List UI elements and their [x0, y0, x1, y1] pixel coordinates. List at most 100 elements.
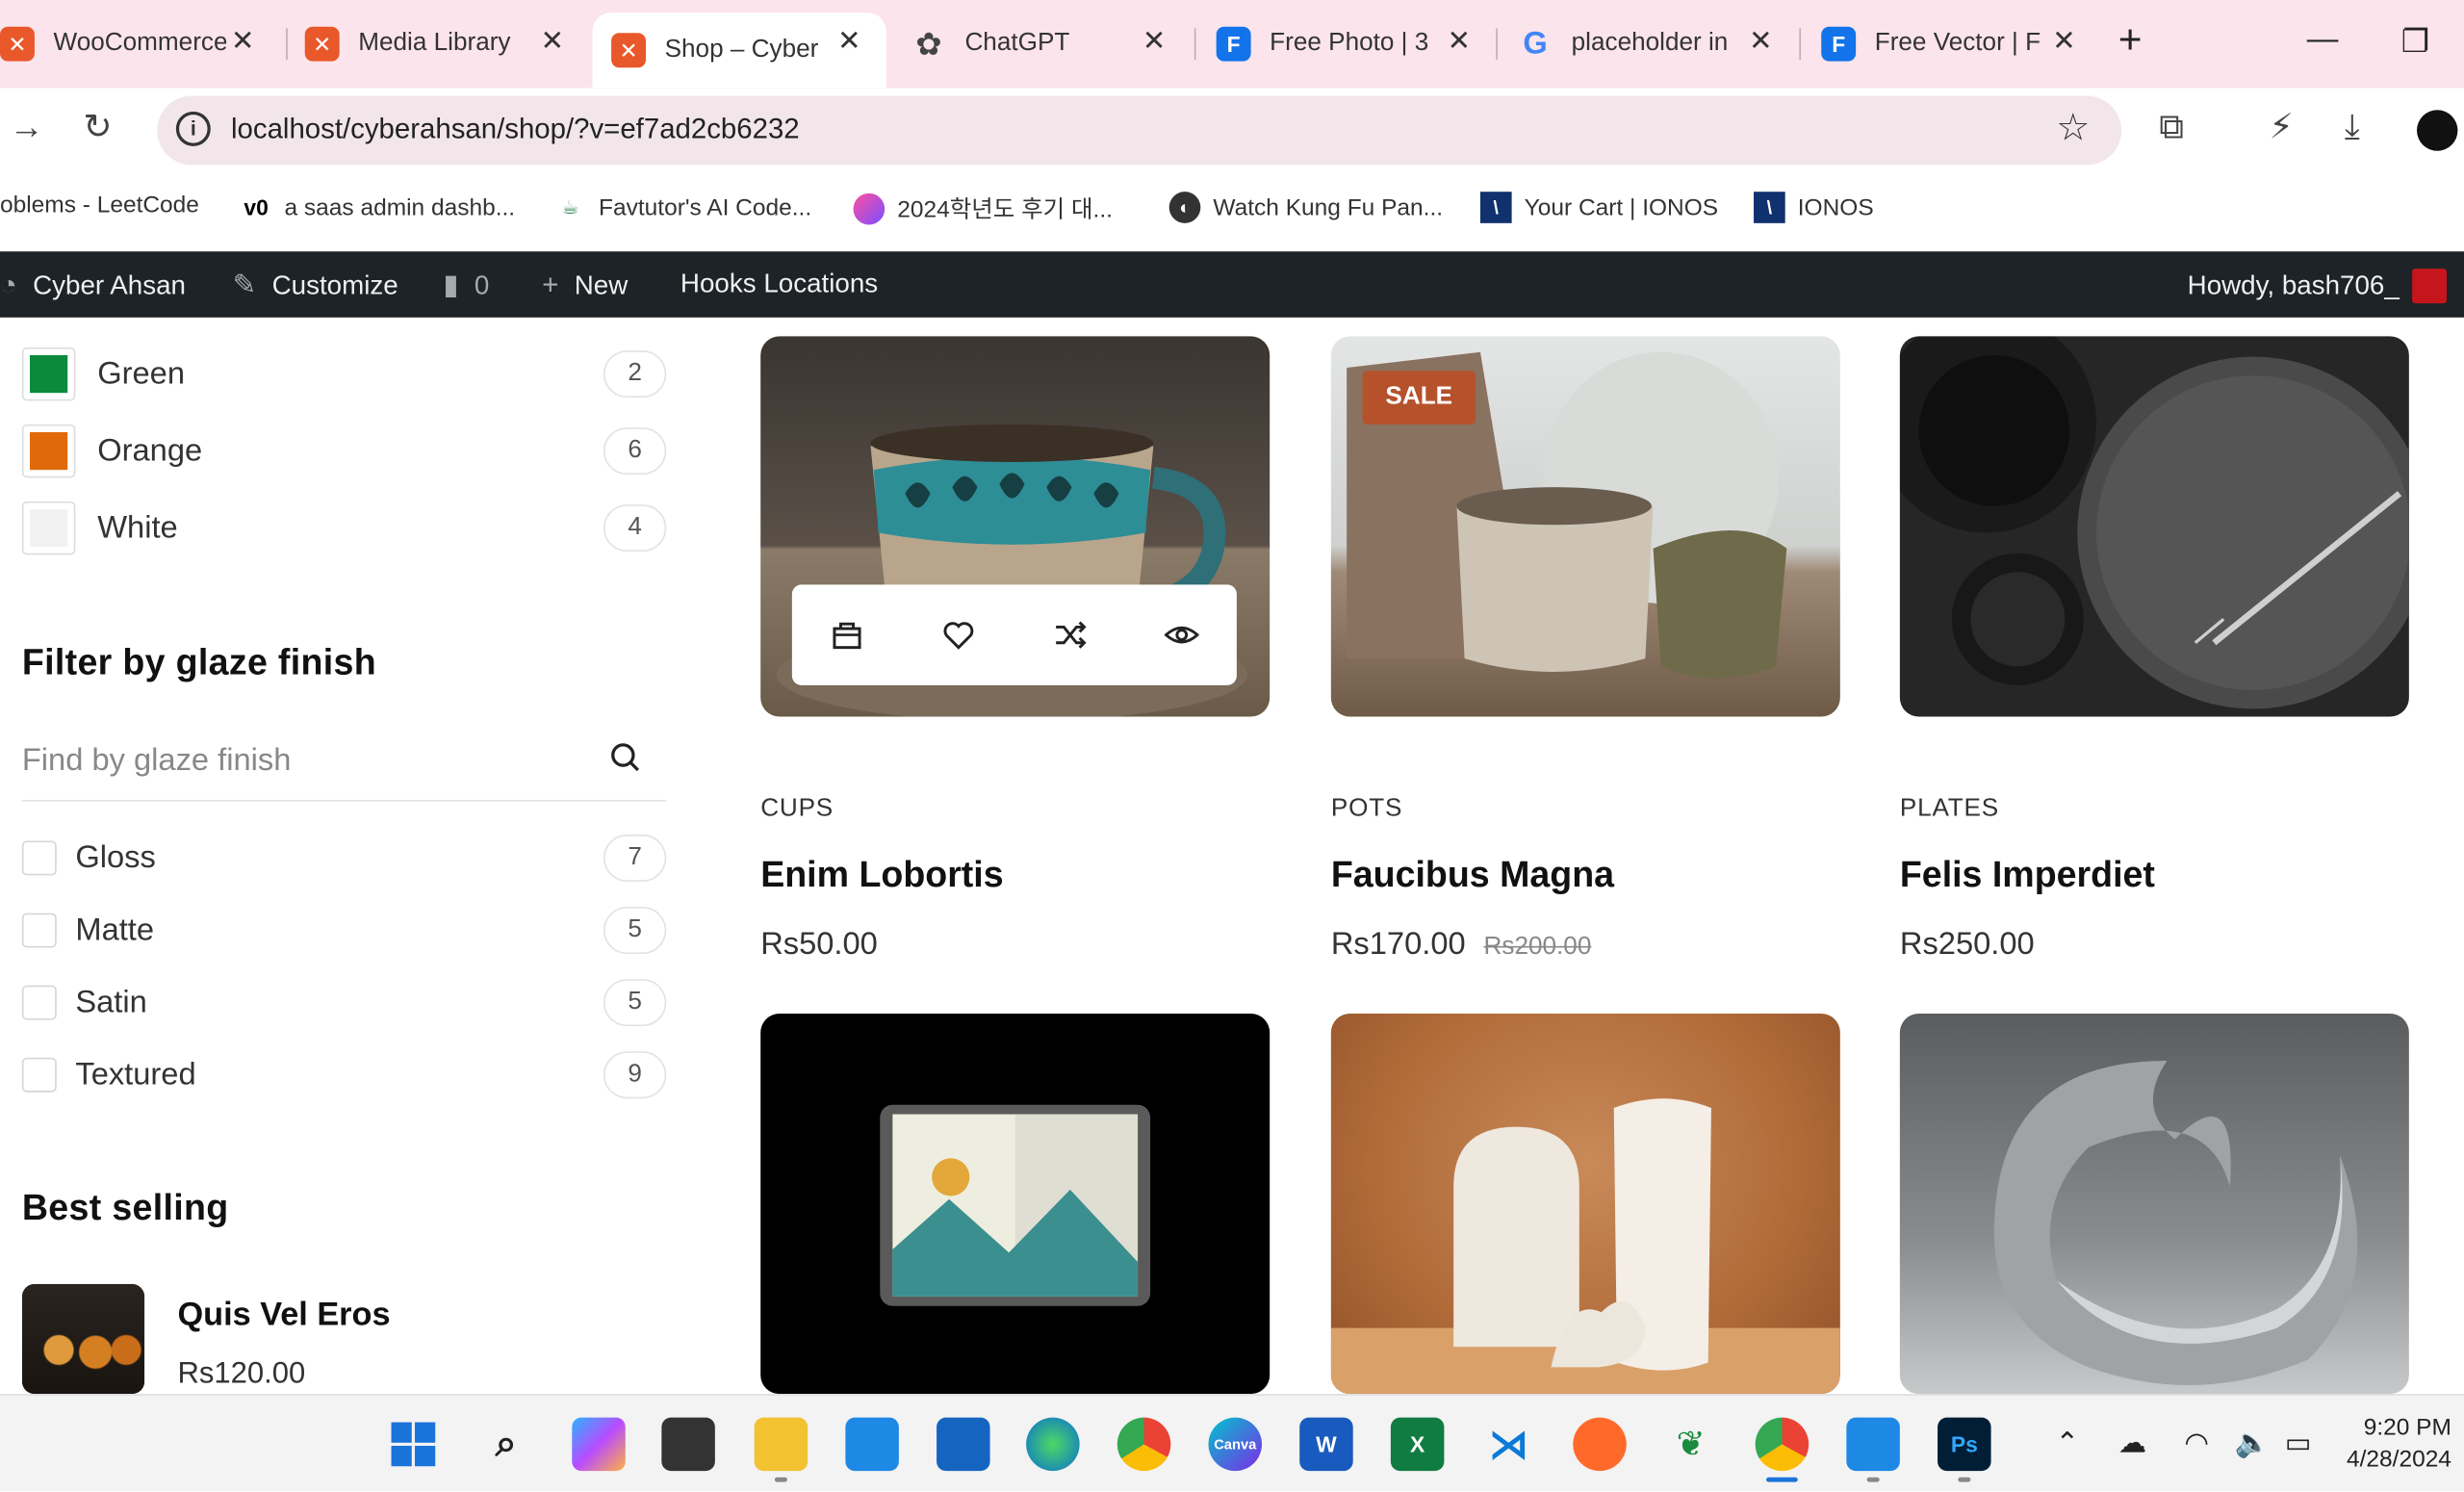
photoshop-icon[interactable]: Ps — [1938, 1417, 1991, 1472]
close-icon[interactable]: ✕ — [1749, 25, 1773, 58]
product-category[interactable]: PLATES — [1900, 795, 1999, 823]
chevron-up-icon[interactable]: ⌃ — [2056, 1427, 2080, 1459]
product-category[interactable]: POTS — [1331, 795, 1402, 823]
site-info-icon[interactable]: i — [175, 111, 211, 146]
checkbox[interactable] — [21, 1057, 57, 1093]
wifi-icon[interactable]: ◠ — [2184, 1427, 2209, 1459]
task-view-icon[interactable] — [661, 1417, 715, 1472]
product-image[interactable] — [1899, 1014, 2409, 1395]
bookmark-korean[interactable]: 2024학년도 후기 대... — [853, 192, 1113, 224]
minimize-button[interactable]: — — [2307, 22, 2339, 59]
quick-view-eye-icon[interactable] — [1163, 616, 1200, 654]
bookmark-ionos-cart[interactable]: \ Your Cart | IONOS — [1479, 192, 1718, 223]
wishlist-heart-icon[interactable] — [940, 616, 978, 654]
product-title[interactable]: Faucibus Magna — [1331, 854, 1614, 896]
admin-site-link[interactable]: ◔ Cyber Ahsan — [0, 269, 186, 301]
search-icon[interactable] — [609, 742, 641, 774]
tab-shop-cyber[interactable]: ✕ Shop – Cyber ✕ — [592, 13, 886, 89]
bookmark-kung-fu-panda[interactable]: ◐ Watch Kung Fu Pan... — [1168, 192, 1444, 223]
tab-media-library[interactable]: ✕ Media Library ✕ — [286, 13, 589, 75]
close-icon[interactable]: ✕ — [1448, 25, 1472, 58]
bookmark-ionos[interactable]: \ IONOS — [1754, 192, 1874, 223]
filter-color-orange[interactable]: Orange 6 — [21, 423, 667, 479]
edge-icon[interactable] — [1026, 1417, 1080, 1472]
filter-glaze-gloss[interactable]: Gloss 7 — [21, 834, 667, 882]
close-icon[interactable]: ✕ — [540, 25, 564, 58]
new-tab-button[interactable]: + — [2118, 15, 2143, 64]
excel-icon[interactable]: X — [1390, 1417, 1445, 1472]
product-title[interactable]: Felis Imperdiet — [1900, 854, 2155, 896]
copilot-icon[interactable] — [572, 1417, 626, 1472]
bookmark-leetcode[interactable]: oblems - LeetCode — [0, 192, 199, 219]
mongodb-icon[interactable]: ❦ — [1664, 1418, 1718, 1472]
checkbox[interactable] — [21, 840, 57, 876]
forward-icon[interactable]: → — [10, 107, 44, 147]
product-category[interactable]: CUPS — [760, 795, 834, 823]
globe-icon: ◐ — [1168, 192, 1201, 223]
bookmark-label: oblems - LeetCode — [0, 192, 199, 219]
product-thumbnail[interactable] — [21, 1283, 145, 1395]
bookmark-label: Favtutor's AI Code... — [599, 193, 812, 221]
product-image[interactable]: SALE — [1330, 336, 1840, 717]
product-image[interactable] — [1330, 1014, 1840, 1395]
canva-icon[interactable]: Canva — [1208, 1417, 1263, 1472]
glaze-search-input[interactable] — [21, 729, 588, 792]
bookmark-saas-admin[interactable]: v0 a saas admin dashb... — [241, 192, 515, 223]
close-icon[interactable]: ✕ — [231, 25, 255, 58]
product-title[interactable]: Enim Lobortis — [760, 854, 1003, 896]
tab-placeholder-google[interactable]: G placeholder in ✕ — [1500, 13, 1798, 75]
system-clock[interactable]: 9:20 PM 4/28/2024 — [2347, 1413, 2451, 1476]
extensions-icon[interactable]: ⧉ — [2159, 107, 2184, 147]
tab-chatgpt[interactable]: ✿ ChatGPT ✕ — [892, 13, 1191, 75]
address-bar[interactable]: i localhost/cyberahsan/shop/?v=ef7ad2cb6… — [157, 95, 2122, 166]
battery-icon[interactable]: ▭ — [2285, 1427, 2312, 1459]
postman-icon[interactable] — [1573, 1417, 1627, 1472]
tab-woocommerce[interactable]: ✕ WooCommerce ✕ — [0, 13, 280, 75]
bookmark-star-icon[interactable]: ☆ — [2056, 105, 2090, 150]
product-name[interactable]: Quis Vel Eros — [177, 1297, 390, 1334]
add-to-cart-icon[interactable] — [829, 616, 866, 654]
admin-comments-link[interactable]: ▮ 0 — [443, 269, 489, 301]
volume-icon[interactable]: 🔈 — [2235, 1427, 2271, 1459]
chrome-profile-icon[interactable] — [1755, 1417, 1810, 1472]
restore-button[interactable]: ❐ — [2401, 22, 2429, 62]
chrome-icon[interactable] — [1116, 1417, 1171, 1472]
performance-icon[interactable]: ⚡ — [2270, 107, 2294, 147]
tab-free-photo[interactable]: F Free Photo | 3 ✕ — [1197, 13, 1496, 75]
admin-account-menu[interactable]: Howdy, bash706_ — [2188, 269, 2447, 304]
onedrive-icon[interactable]: ☁ — [2118, 1427, 2146, 1459]
filter-glaze-textured[interactable]: Textured 9 — [21, 1051, 667, 1099]
windows-start-icon[interactable] — [387, 1418, 441, 1472]
word-icon[interactable]: W — [1299, 1417, 1353, 1472]
search-icon[interactable]: ⌕ — [479, 1418, 533, 1472]
close-icon[interactable]: ✕ — [1142, 25, 1167, 58]
file-explorer-icon[interactable] — [754, 1417, 808, 1472]
admin-hooks-link[interactable]: Hooks Locations — [680, 269, 878, 300]
notepad-icon[interactable] — [1846, 1417, 1900, 1472]
admin-new-link[interactable]: + New — [542, 269, 628, 301]
filter-glaze-matte[interactable]: Matte 5 — [21, 907, 667, 955]
reload-icon[interactable]: ↻ — [84, 107, 113, 147]
checkbox[interactable] — [21, 985, 57, 1020]
store-icon[interactable] — [937, 1417, 990, 1472]
url-text[interactable]: localhost/cyberahsan/shop/?v=ef7ad2cb623… — [231, 114, 800, 146]
bookmark-favtutor[interactable]: ☕ Favtutor's AI Code... — [554, 192, 811, 223]
product-image[interactable] — [760, 336, 1270, 717]
profile-avatar[interactable] — [2417, 110, 2458, 151]
close-icon[interactable]: ✕ — [837, 25, 861, 58]
product-image[interactable] — [1899, 336, 2409, 717]
best-selling-item[interactable]: Quis Vel Eros Rs120.00 — [21, 1283, 682, 1395]
filter-glaze-satin[interactable]: Satin 5 — [21, 979, 667, 1027]
download-icon[interactable]: ⤓ — [2345, 107, 2360, 147]
vscode-icon[interactable]: ⋊ — [1482, 1418, 1536, 1472]
checkbox[interactable] — [21, 913, 57, 948]
filter-color-white[interactable]: White 4 — [21, 500, 667, 556]
filter-color-green[interactable]: Green 2 — [21, 346, 667, 402]
photos-icon[interactable] — [845, 1417, 899, 1472]
admin-customize-link[interactable]: ✎ Customize — [233, 269, 398, 301]
bookmark-label: Watch Kung Fu Pan... — [1213, 193, 1444, 221]
product-image-placeholder[interactable] — [760, 1014, 1270, 1395]
close-icon[interactable]: ✕ — [2052, 25, 2076, 58]
compare-shuffle-icon[interactable] — [1051, 616, 1089, 654]
tab-free-vector[interactable]: F Free Vector | F ✕ — [1803, 13, 2101, 75]
